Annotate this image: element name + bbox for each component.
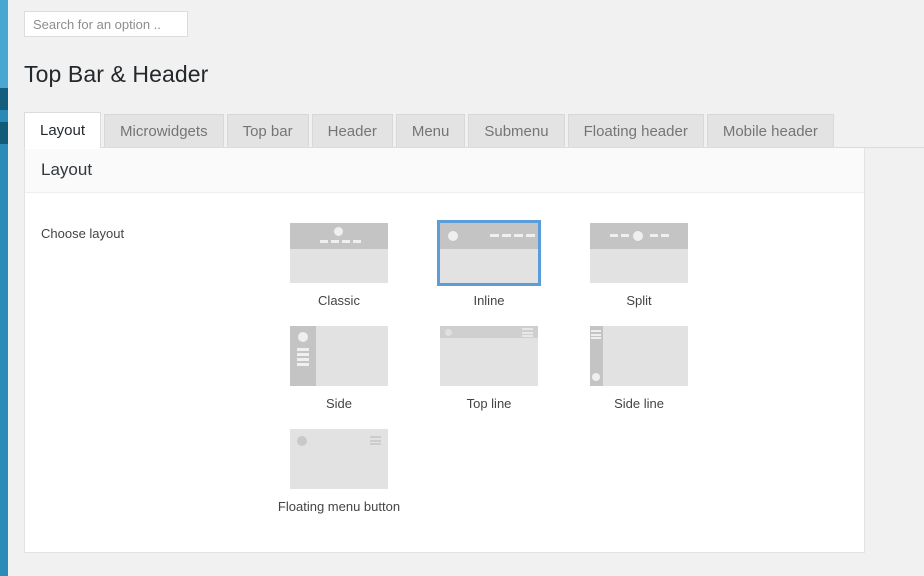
layout-thumbnail xyxy=(440,223,538,283)
hamburger-icon xyxy=(591,330,601,339)
layout-option-label: Classic xyxy=(318,293,360,309)
card-header: Layout xyxy=(25,148,864,193)
layout-option-label: Side xyxy=(326,396,352,412)
menu-dash xyxy=(650,234,658,237)
menu-dash xyxy=(331,240,339,243)
menu-dash xyxy=(526,234,535,237)
layout-thumbnail xyxy=(590,326,688,386)
tab-label: Layout xyxy=(40,122,85,139)
options-page: Top Bar & Header Layout Microwidgets Top b… xyxy=(8,0,924,576)
layout-thumbnail-frame xyxy=(437,323,541,389)
layout-thumbnail xyxy=(290,326,388,386)
layout-thumbnail xyxy=(290,429,388,489)
burger-line xyxy=(522,328,533,330)
layout-thumbnail-frame xyxy=(287,323,391,389)
admin-sidebar-segment xyxy=(0,0,8,88)
burger-line xyxy=(591,334,601,336)
menu-dash xyxy=(297,348,309,351)
menu-dash xyxy=(320,240,328,243)
burger-line xyxy=(522,335,533,337)
menu-dash xyxy=(502,234,511,237)
layout-thumbnail-frame xyxy=(587,323,691,389)
layout-thumbnail-frame xyxy=(287,426,391,492)
menu-dash xyxy=(621,234,629,237)
menu-dash xyxy=(297,363,309,366)
tab-microwidgets[interactable]: Microwidgets xyxy=(104,114,224,148)
layout-thumbnail xyxy=(590,223,688,283)
layout-option-label: Top line xyxy=(467,396,512,412)
layout-option-grid: Classic Inline Split Side Top line Side line F… xyxy=(264,220,824,529)
layout-option-side[interactable]: Side xyxy=(264,323,414,412)
layout-option-label: Inline xyxy=(473,293,504,309)
menu-dash xyxy=(297,358,309,361)
choose-layout-label: Choose layout xyxy=(41,226,124,241)
logo-dot xyxy=(334,227,343,236)
menu-dash xyxy=(297,353,309,356)
burger-line xyxy=(370,440,381,442)
layout-option-top-line[interactable]: Top line xyxy=(414,323,564,412)
menu-dash xyxy=(610,234,618,237)
burger-line xyxy=(370,443,381,445)
layout-thumbnail xyxy=(440,326,538,386)
menu-dash xyxy=(661,234,669,237)
logo-dot xyxy=(298,332,308,342)
hamburger-icon xyxy=(522,328,533,337)
tab-label: Submenu xyxy=(484,123,548,140)
layout-thumbnail-frame xyxy=(287,220,391,286)
tab-bar: Layout Microwidgets Top bar Header Menu Subme… xyxy=(24,112,924,148)
layout-option-classic[interactable]: Classic xyxy=(264,220,414,309)
layout-option-label: Floating menu button xyxy=(278,499,400,515)
tab-label: Microwidgets xyxy=(120,123,208,140)
menu-dash xyxy=(342,240,350,243)
burger-line xyxy=(370,436,381,438)
layout-option-floating-menu-button[interactable]: Floating menu button xyxy=(264,426,414,515)
layout-option-label: Split xyxy=(626,293,651,309)
layout-option-split[interactable]: Split xyxy=(564,220,714,309)
layout-thumbnail-frame xyxy=(587,220,691,286)
layout-thumbnail-frame xyxy=(437,220,541,286)
layout-option-label: Side line xyxy=(614,396,664,412)
logo-dot xyxy=(297,436,307,446)
tab-layout[interactable]: Layout xyxy=(24,112,101,148)
admin-sidebar-sliver xyxy=(0,0,8,576)
layout-thumbnail xyxy=(290,223,388,283)
tab-top-bar[interactable]: Top bar xyxy=(227,114,309,148)
search-box xyxy=(24,11,188,37)
search-input[interactable] xyxy=(24,11,188,37)
tab-label: Top bar xyxy=(243,123,293,140)
logo-dot xyxy=(448,231,458,241)
settings-card: Layout Choose layout Classic Inline Split S… xyxy=(24,148,865,553)
tab-mobile-header[interactable]: Mobile header xyxy=(707,114,834,148)
tabs-underline xyxy=(24,147,924,148)
layout-option-inline[interactable]: Inline xyxy=(414,220,564,309)
admin-sidebar-segment xyxy=(0,110,8,122)
active-tab-underline-mask xyxy=(25,147,100,149)
hamburger-icon xyxy=(370,436,381,445)
logo-dot xyxy=(445,329,452,336)
tab-label: Mobile header xyxy=(723,123,818,140)
tab-label: Header xyxy=(328,123,377,140)
menu-dash xyxy=(490,234,499,237)
layout-option-side-line[interactable]: Side line xyxy=(564,323,714,412)
tab-menu[interactable]: Menu xyxy=(396,114,466,148)
tab-label: Floating header xyxy=(584,123,688,140)
logo-dot xyxy=(633,231,643,241)
burger-line xyxy=(591,330,601,332)
admin-sidebar-segment xyxy=(0,122,8,144)
burger-line xyxy=(591,337,601,339)
admin-sidebar-segment xyxy=(0,88,8,110)
tab-label: Menu xyxy=(412,123,450,140)
admin-sidebar-segment xyxy=(0,144,8,576)
tab-submenu[interactable]: Submenu xyxy=(468,114,564,148)
burger-line xyxy=(522,332,533,334)
menu-dash xyxy=(353,240,361,243)
page-title: Top Bar & Header xyxy=(24,58,208,90)
logo-dot xyxy=(592,373,600,381)
tab-header[interactable]: Header xyxy=(312,114,393,148)
menu-dash xyxy=(514,234,523,237)
card-header-title: Layout xyxy=(41,160,92,180)
tab-floating-header[interactable]: Floating header xyxy=(568,114,704,148)
